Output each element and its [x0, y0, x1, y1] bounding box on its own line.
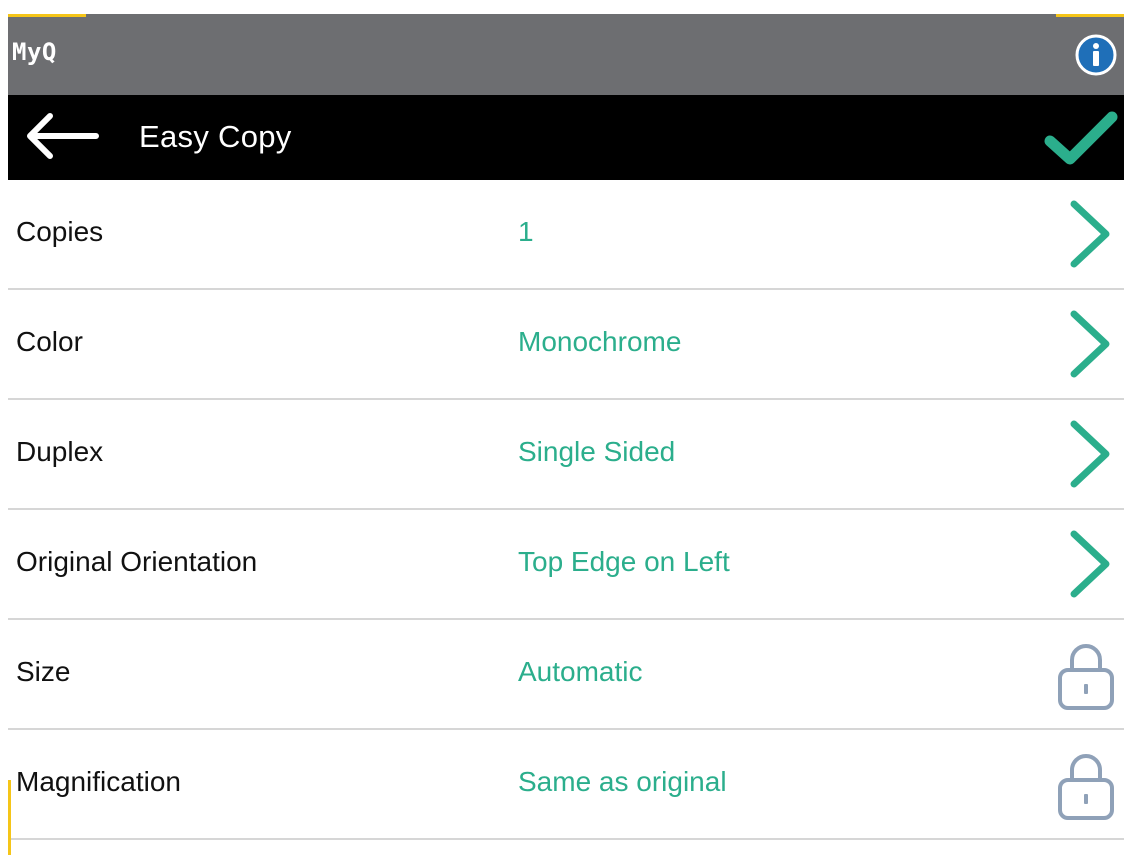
setting-row-magnification: Magnification Same as original: [8, 730, 1124, 840]
setting-row-original-orientation[interactable]: Original Orientation Top Edge on Left: [8, 510, 1124, 620]
accent-line-bottom-left: [8, 780, 11, 855]
chevron-right-icon[interactable]: [1054, 416, 1118, 492]
title-bar: Easy Copy: [8, 95, 1124, 180]
setting-value: Single Sided: [518, 436, 676, 467]
chevron-right-icon[interactable]: [1054, 196, 1118, 272]
app-window: MyQ Easy Copy Copies 1 Color Monochrome …: [8, 14, 1124, 855]
setting-row-color[interactable]: Color Monochrome: [8, 290, 1124, 400]
accent-line-top-left: [8, 14, 86, 17]
chevron-right-icon[interactable]: [1054, 526, 1118, 602]
setting-row-size: Size Automatic: [8, 620, 1124, 730]
setting-label: Magnification: [16, 766, 181, 797]
top-bar: MyQ: [8, 14, 1124, 95]
setting-label: Duplex: [16, 436, 104, 467]
confirm-button[interactable]: [1042, 109, 1118, 167]
arrow-left-icon: [27, 113, 99, 159]
setting-value: Monochrome: [518, 326, 682, 357]
info-icon: [1075, 34, 1117, 76]
setting-label: Original Orientation: [16, 546, 258, 577]
setting-row-duplex[interactable]: Duplex Single Sided: [8, 400, 1124, 510]
setting-value: Automatic: [518, 656, 643, 687]
brand-logo: MyQ: [12, 38, 57, 66]
page-title: Easy Copy: [139, 119, 292, 154]
setting-value: 1: [518, 216, 534, 247]
setting-label: Color: [16, 326, 83, 357]
setting-label: Size: [16, 656, 71, 687]
settings-list: Copies 1 Color Monochrome Duplex Single …: [8, 180, 1124, 840]
back-button[interactable]: [22, 111, 102, 161]
setting-row-copies[interactable]: Copies 1: [8, 180, 1124, 290]
lock-icon: [1058, 754, 1114, 820]
accent-line-top-right: [1056, 14, 1124, 17]
setting-label: Copies: [16, 216, 104, 247]
setting-value: Top Edge on Left: [518, 546, 730, 577]
info-button[interactable]: [1075, 34, 1117, 76]
setting-value: Same as original: [518, 766, 727, 797]
checkmark-icon: [1044, 111, 1118, 165]
lock-icon: [1058, 644, 1114, 710]
chevron-right-icon[interactable]: [1054, 306, 1118, 382]
